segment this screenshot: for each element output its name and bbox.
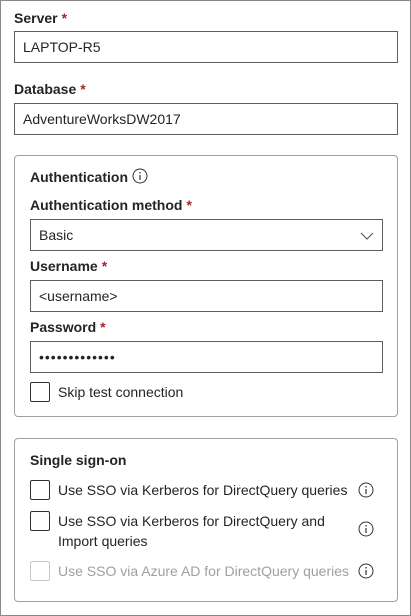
- skip-test-connection-checkbox[interactable]: [30, 382, 50, 402]
- sso-kerberos-directquery-checkbox[interactable]: [30, 480, 50, 500]
- database-value: AdventureWorksDW2017: [23, 111, 181, 127]
- sso-kerberos-directquery-label: Use SSO via Kerberos for DirectQuery que…: [58, 482, 348, 498]
- username-label-text: Username: [30, 258, 98, 274]
- password-label: Password *: [30, 319, 106, 335]
- username-value: <username>: [39, 288, 118, 304]
- info-icon[interactable]: [132, 168, 148, 184]
- authentication-method-label: Authentication method *: [30, 197, 192, 213]
- sso-kerberos-directquery-import-label-line2: Import queries: [58, 533, 148, 549]
- username-input[interactable]: <username>: [30, 280, 383, 312]
- database-label-text: Database: [14, 81, 77, 97]
- info-icon[interactable]: [358, 521, 374, 537]
- database-label: Database *: [14, 81, 86, 97]
- required-marker: *: [100, 319, 106, 335]
- required-marker: *: [61, 10, 68, 26]
- sso-kerberos-directquery-import-checkbox[interactable]: [30, 511, 50, 531]
- info-icon[interactable]: [358, 563, 374, 579]
- authentication-method-dropdown[interactable]: Basic: [30, 219, 383, 251]
- server-value: LAPTOP-R5: [23, 39, 101, 55]
- sso-azure-ad-directquery-checkbox: [30, 561, 50, 581]
- password-input[interactable]: •••••••••••••: [30, 341, 383, 373]
- password-value: •••••••••••••: [39, 349, 116, 365]
- authentication-method-label-text: Authentication method: [30, 197, 183, 213]
- database-input[interactable]: AdventureWorksDW2017: [14, 103, 398, 135]
- chevron-down-icon: [360, 232, 374, 240]
- single-sign-on-group: Single sign-on Use SSO via Kerberos for …: [14, 438, 398, 602]
- required-marker: *: [186, 197, 192, 213]
- required-marker: *: [80, 81, 86, 97]
- password-label-text: Password: [30, 319, 97, 335]
- server-label: Server *: [14, 10, 67, 26]
- server-input[interactable]: LAPTOP-R5: [14, 31, 398, 63]
- sso-kerberos-directquery-import-label-line1: Use SSO via Kerberos for DirectQuery and: [58, 513, 325, 529]
- username-label: Username *: [30, 258, 107, 274]
- required-marker: *: [101, 258, 108, 274]
- server-label-text: Server: [14, 10, 58, 26]
- info-icon[interactable]: [358, 482, 374, 498]
- authentication-title: Authentication: [30, 169, 128, 185]
- sso-azure-ad-directquery-label: Use SSO via Azure AD for DirectQuery que…: [58, 563, 349, 579]
- authentication-method-value: Basic: [39, 227, 74, 243]
- skip-test-connection-label: Skip test connection: [58, 384, 184, 400]
- connection-settings-panel: Server * LAPTOP-R5 Database * AdventureWor…: [0, 0, 411, 616]
- single-sign-on-title: Single sign-on: [30, 452, 127, 468]
- authentication-group: Authentication Authentication method * Ba…: [14, 155, 398, 417]
